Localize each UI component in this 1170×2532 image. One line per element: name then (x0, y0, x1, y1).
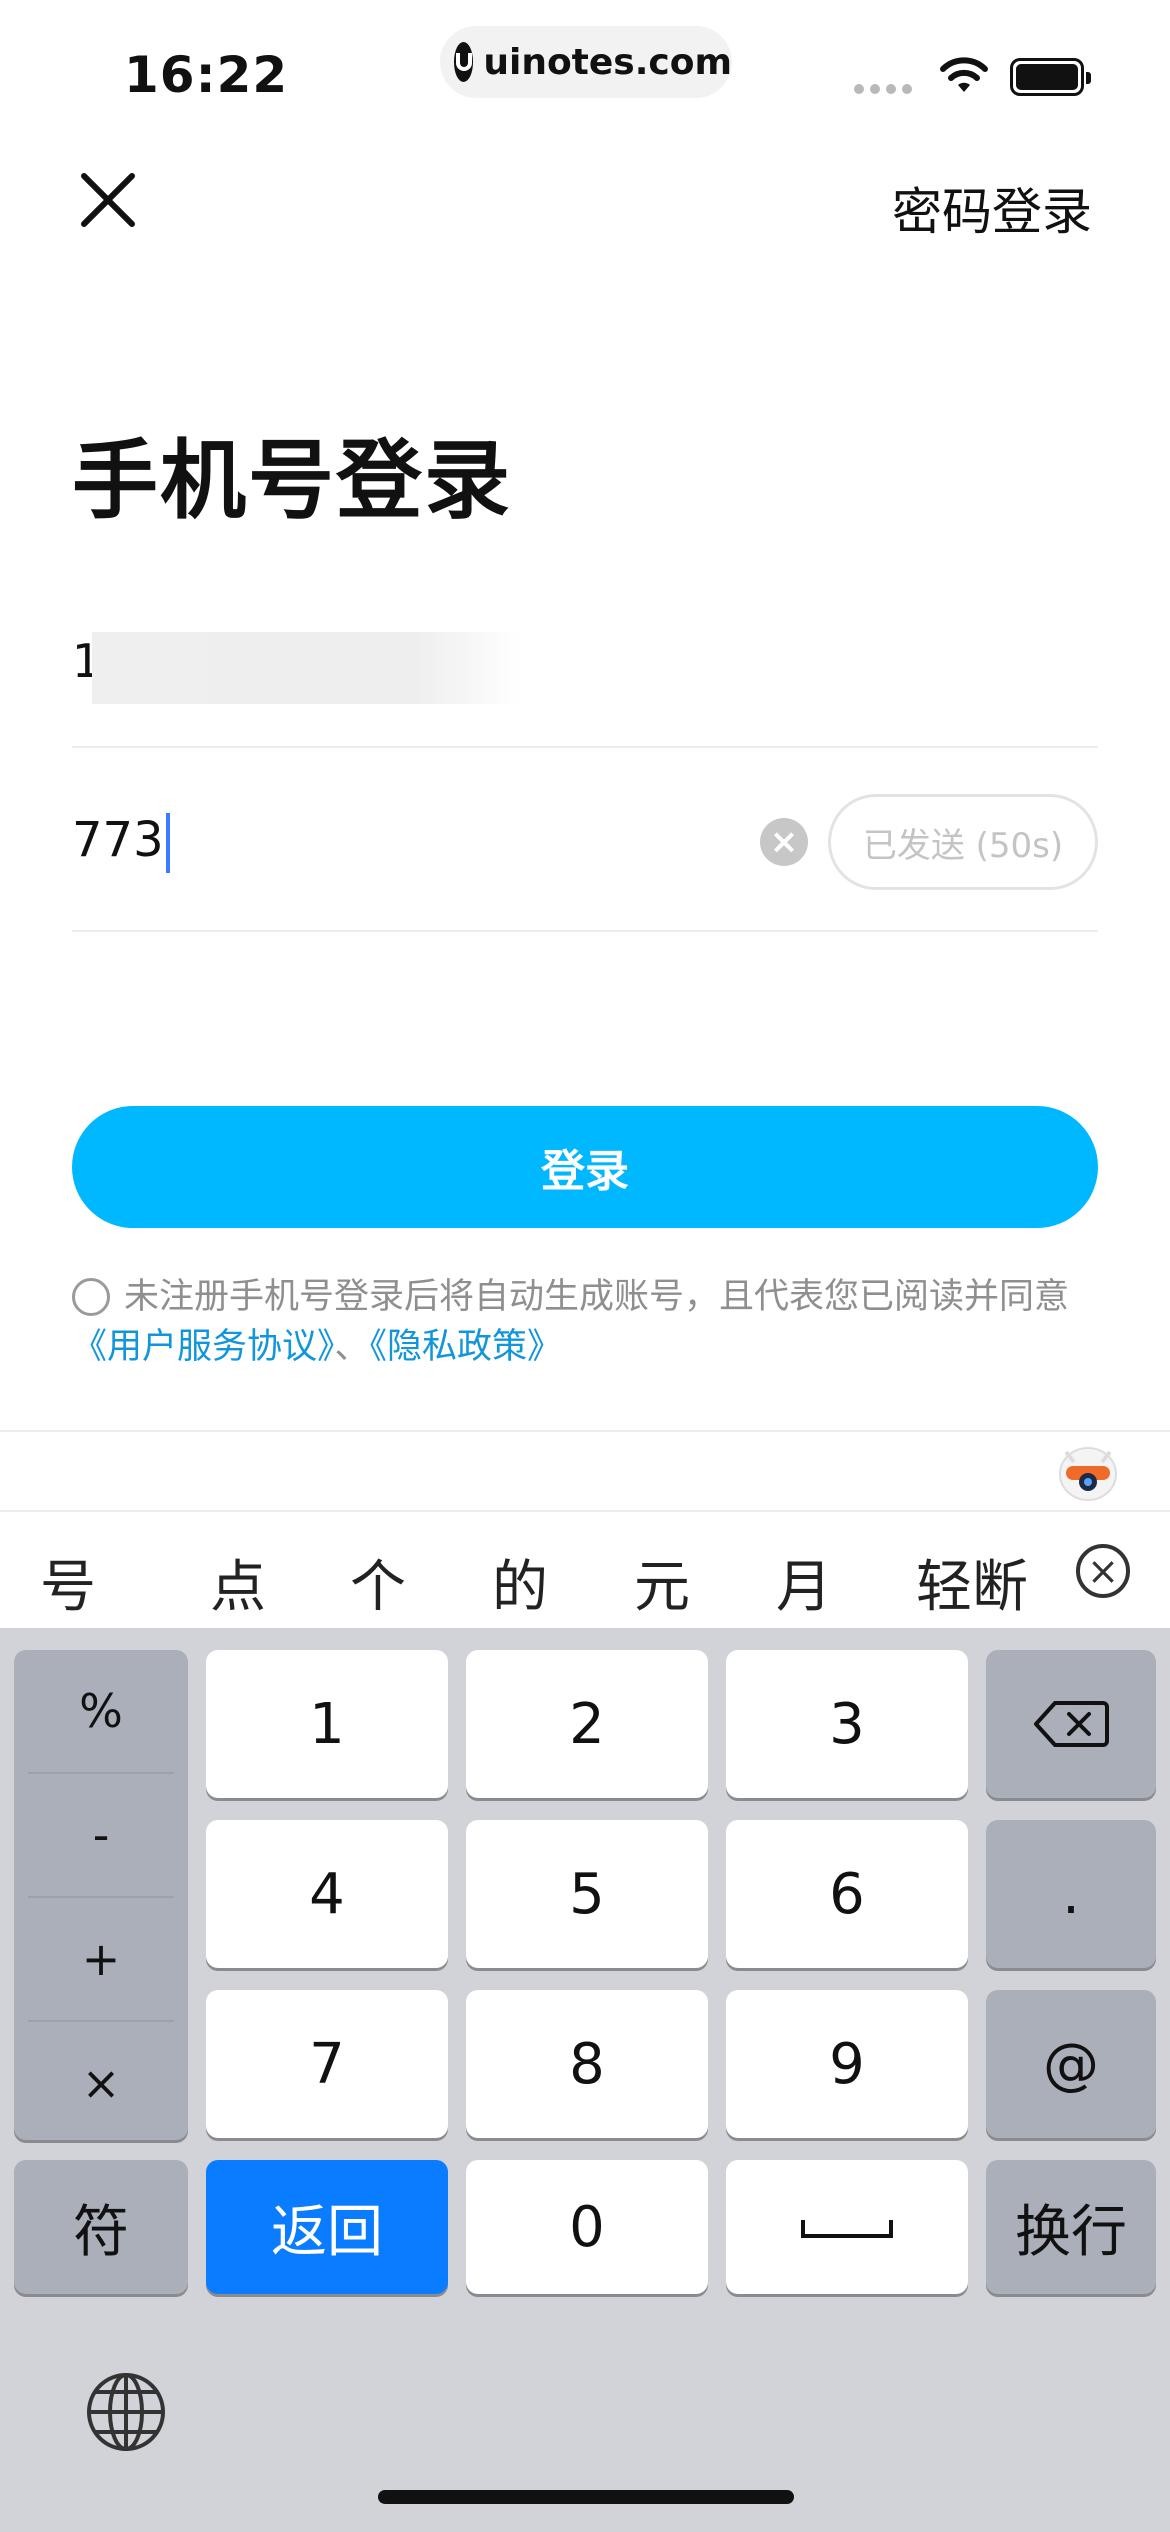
login-button[interactable]: 登录 (72, 1106, 1098, 1228)
key-0[interactable]: 0 (466, 2160, 708, 2294)
space-key[interactable] (726, 2160, 968, 2294)
key-9[interactable]: 9 (726, 1990, 968, 2138)
candidate-bar: 号 点 个 的 元 月 轻断 × (0, 1510, 1170, 1628)
close-icon[interactable] (76, 168, 140, 232)
url-text: uinotes.com (483, 41, 732, 83)
key-dot[interactable]: . (986, 1820, 1156, 1968)
key-7[interactable]: 7 (206, 1990, 448, 2138)
keyboard-toolbar (0, 1430, 1170, 1510)
key-3[interactable]: 3 (726, 1650, 968, 1798)
symbol-column[interactable]: % - + × (14, 1650, 188, 2140)
home-indicator[interactable] (378, 2490, 794, 2504)
close-candidates-icon[interactable]: × (1076, 1544, 1130, 1598)
clear-input-icon[interactable]: × (760, 818, 808, 866)
candidate-item[interactable]: 的 (492, 1542, 548, 1623)
agreement-links: 《用户服务协议》、《隐私政策》 (72, 1322, 1102, 1372)
key-1[interactable]: 1 (206, 1650, 448, 1798)
site-logo-icon (454, 42, 474, 82)
key-at[interactable]: @ (986, 1990, 1156, 2138)
candidate-item[interactable]: 元 (634, 1542, 690, 1623)
delete-key[interactable] (986, 1650, 1156, 1798)
newline-key[interactable]: 换行 (986, 2160, 1156, 2294)
resend-code-button[interactable]: 已发送 (50s) (828, 794, 1098, 890)
privacy-policy-link[interactable]: 《隐私政策》 (370, 1327, 563, 1367)
candidate-item[interactable]: 点 (210, 1542, 266, 1623)
agreement-text: 未注册手机号登录后将自动生成账号，且代表您已阅读并同意 (124, 1277, 1070, 1317)
agreement: 未注册手机号登录后将自动生成账号，且代表您已阅读并同意 《用户服务协议》、《隐私… (72, 1272, 1102, 1372)
password-login-link[interactable]: 密码登录 (892, 172, 1092, 244)
verification-code-field[interactable]: 773 × 已发送 (50s) (72, 790, 1098, 932)
phone-redaction (92, 632, 522, 704)
wifi-icon (940, 57, 988, 92)
key-percent[interactable]: % (14, 1650, 188, 1772)
key-multiply[interactable]: × (14, 2022, 188, 2144)
user-agreement-link[interactable]: 《用户服务协议》 (72, 1327, 335, 1367)
agreement-separator: 、 (334, 1327, 370, 1367)
numeric-keyboard: % - + × 1 2 3 4 5 6 . 7 8 9 @ 符 返回 0 换行 (0, 1628, 1170, 2532)
battery-icon (1010, 58, 1091, 96)
candidate-item[interactable]: 个 (350, 1542, 406, 1623)
candidate-item[interactable]: 号 (40, 1542, 96, 1623)
key-4[interactable]: 4 (206, 1820, 448, 1968)
backspace-icon (1034, 1701, 1109, 1747)
key-2[interactable]: 2 (466, 1650, 708, 1798)
code-value: 773 (72, 812, 170, 873)
key-minus[interactable]: - (14, 1774, 188, 1896)
text-caret (165, 813, 170, 873)
back-key[interactable]: 返回 (206, 2160, 448, 2294)
candidate-fade (1030, 1522, 1070, 1612)
space-icon (801, 2220, 893, 2238)
globe-icon[interactable] (84, 2370, 168, 2454)
symbols-key[interactable]: 符 (14, 2160, 188, 2294)
key-plus[interactable]: + (14, 1898, 188, 2020)
cellular-signal-icon (854, 84, 912, 94)
candidate-item[interactable]: 轻断 (916, 1542, 1028, 1623)
keyboard-mascot-icon[interactable] (1054, 1440, 1122, 1504)
url-pill[interactable]: uinotes.com (440, 26, 732, 98)
key-8[interactable]: 8 (466, 1990, 708, 2138)
page-title: 手机号登录 (72, 431, 512, 531)
phone-field[interactable]: 1 (72, 628, 1098, 748)
key-5[interactable]: 5 (466, 1820, 708, 1968)
key-6[interactable]: 6 (726, 1820, 968, 1968)
agree-radio[interactable] (72, 1278, 110, 1316)
status-time: 16:22 (124, 46, 289, 104)
candidate-item[interactable]: 月 (776, 1542, 832, 1623)
